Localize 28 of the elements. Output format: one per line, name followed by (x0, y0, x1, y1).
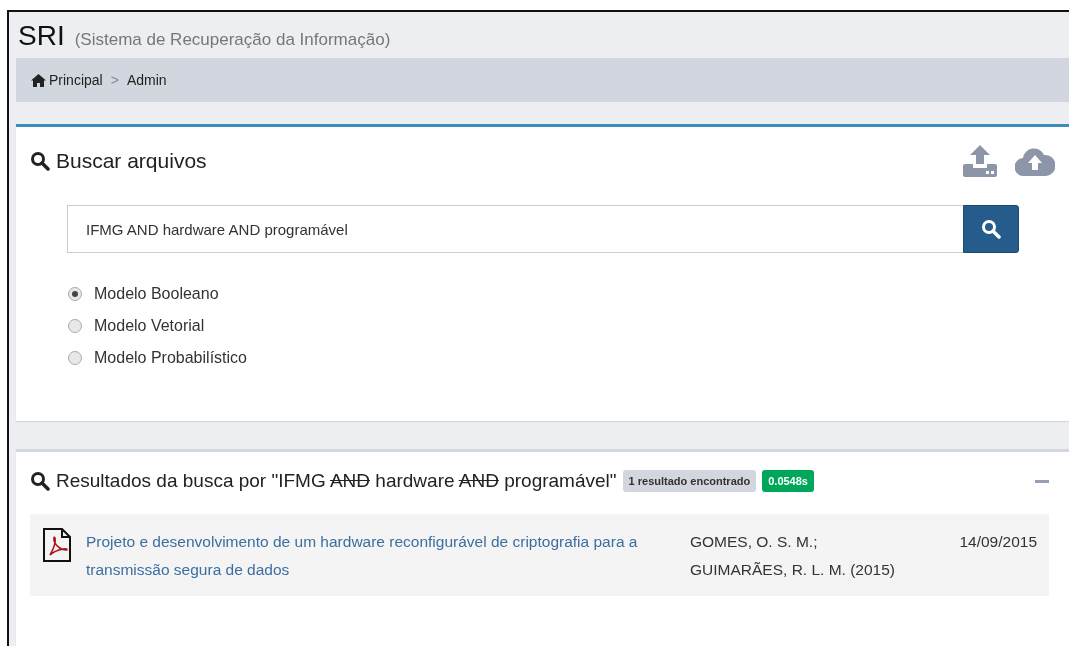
cloud-upload-icon[interactable] (1015, 146, 1055, 176)
radio-button[interactable] (68, 351, 82, 365)
result-date: 14/09/2015 (959, 532, 1037, 552)
app-title: SRI (18, 20, 65, 52)
radio-label: Modelo Booleano (94, 285, 219, 303)
pdf-file-icon (42, 528, 72, 562)
home-icon (31, 73, 46, 87)
breadcrumb-link[interactable]: Principal (31, 72, 103, 88)
search-icon (981, 219, 1001, 239)
result-count-badge: 1 resultado encontrado (622, 470, 757, 492)
radio-label: Modelo Probabilístico (94, 349, 247, 367)
search-icon (30, 471, 50, 491)
radio-button[interactable] (68, 287, 82, 301)
panel-title: Buscar arquivos (56, 149, 207, 173)
radio-button[interactable] (68, 319, 82, 333)
result-authors: GOMES, O. S. M.; GUIMARÃES, R. L. M. (2015) (690, 532, 896, 580)
radio-label: Modelo Vetorial (94, 317, 205, 335)
search-button[interactable] (963, 205, 1019, 253)
upload-icon[interactable] (963, 145, 997, 177)
results-title: Resultados da busca por "IFMG AND hardware AND programável" (56, 470, 617, 492)
result-link[interactable]: Projeto e desenvolvimento de um hardware reconfigurável de criptografia para a transmissão segura de dados (86, 528, 646, 584)
search-time-badge: 0.0548s (762, 470, 814, 492)
breadcrumb-separator: > (110, 72, 119, 88)
search-field[interactable]: IFMG AND hardware AND programável (67, 205, 963, 253)
breadcrumb-current: Admin (126, 72, 167, 88)
collapse-button[interactable] (1035, 479, 1049, 483)
app-subtitle: (Sistema de Recuperação da Informação) (74, 30, 391, 50)
search-icon (30, 151, 50, 171)
